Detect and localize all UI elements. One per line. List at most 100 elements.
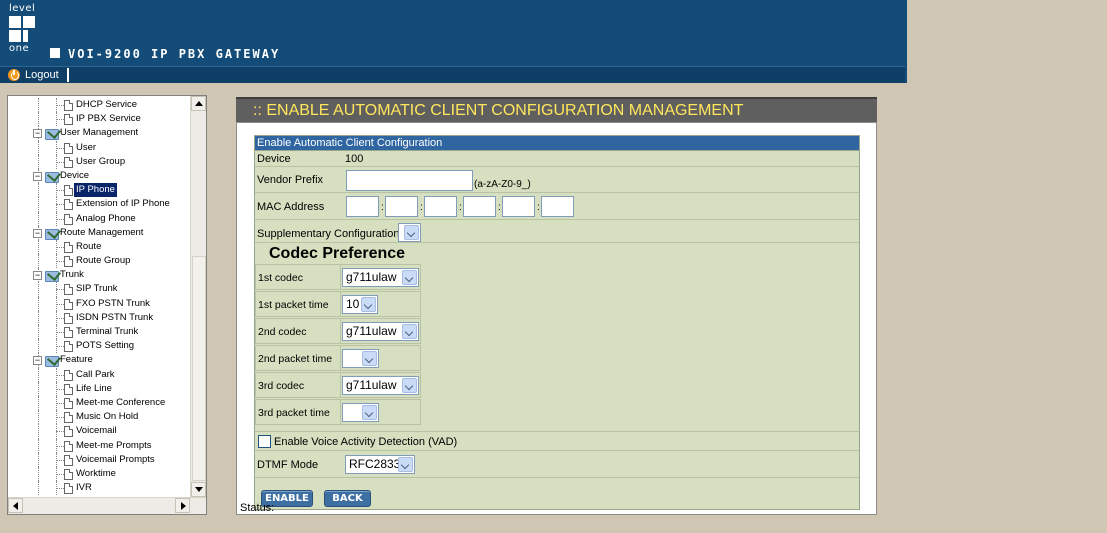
codec-row-label: 2nd packet time bbox=[258, 353, 333, 365]
tree-item[interactable]: Worktime bbox=[8, 466, 192, 482]
supplementary-select[interactable] bbox=[398, 223, 421, 242]
tree-item[interactable]: IP PBX Service bbox=[8, 112, 192, 127]
mac-octet-2-input[interactable] bbox=[385, 196, 418, 217]
tree-item[interactable]: Meet-me Conference bbox=[8, 395, 192, 411]
codec-row-label: 3rd packet time bbox=[258, 407, 330, 419]
tree-connector bbox=[56, 190, 64, 192]
codec-select[interactable]: g711ulaw bbox=[342, 376, 419, 395]
scroll-up-button[interactable] bbox=[191, 96, 206, 111]
tree-item[interactable]: Call Park bbox=[8, 367, 192, 382]
tree-leaf-label: Worktime bbox=[76, 467, 116, 479]
tree-item[interactable]: Analog Phone bbox=[8, 211, 192, 226]
tree-folder-label: Trunk bbox=[60, 269, 84, 281]
vendor-prefix-input[interactable] bbox=[346, 170, 473, 191]
tree-item[interactable]: Meet-me Prompts bbox=[8, 438, 192, 453]
tree-connector bbox=[56, 459, 64, 461]
tree-leaf-label: Route bbox=[76, 240, 102, 252]
tree-connector bbox=[56, 204, 64, 206]
page-icon bbox=[64, 185, 73, 197]
tree-item[interactable]: Route Group bbox=[8, 254, 192, 269]
tree-connector bbox=[56, 332, 64, 333]
mac-separator: : bbox=[420, 202, 423, 213]
vad-label: Enable Voice Activity Detection (VAD) bbox=[274, 436, 458, 448]
logo-bottom-text: one bbox=[9, 43, 30, 54]
collapse-toggle-icon[interactable]: − bbox=[33, 129, 42, 139]
tree-item[interactable]: IP Phone bbox=[8, 183, 192, 198]
tree-item[interactable]: − Feature bbox=[8, 353, 192, 368]
tree-item[interactable]: − Route Management bbox=[8, 225, 192, 240]
scroll-left-button[interactable] bbox=[8, 498, 23, 513]
codec-select[interactable] bbox=[342, 403, 379, 422]
navigation-tree-panel: DHCP Service IP PBX Service − User Manageme… bbox=[7, 95, 207, 515]
tree-connector bbox=[38, 381, 39, 396]
page-icon bbox=[64, 369, 73, 381]
tree-item[interactable]: − User Management bbox=[8, 126, 192, 141]
tree-item[interactable]: User Group bbox=[8, 154, 192, 169]
codec-select[interactable]: g711ulaw bbox=[342, 268, 419, 287]
codec-row-label: 1st packet time bbox=[258, 299, 329, 311]
codec-select-value: g711ulaw bbox=[346, 324, 397, 338]
tree-item[interactable]: − Device bbox=[8, 168, 192, 184]
mac-octet-5-input[interactable] bbox=[502, 196, 535, 217]
tree-leaf-label: Terminal Trunk bbox=[76, 326, 139, 337]
tree-connector bbox=[56, 303, 64, 305]
scroll-down-button[interactable] bbox=[191, 482, 206, 497]
tree-item[interactable]: ISDN PSTN Trunk bbox=[8, 310, 192, 325]
page-title-bar: :: ENABLE AUTOMATIC CLIENT CONFIGURATION… bbox=[236, 97, 877, 122]
folder-check-icon bbox=[44, 170, 60, 183]
mac-octet-3-input[interactable] bbox=[424, 196, 457, 217]
tree-folder-label: Route Management bbox=[60, 226, 144, 238]
collapse-toggle-icon[interactable]: − bbox=[33, 171, 42, 181]
tree-item[interactable]: DHCP Service bbox=[8, 98, 192, 113]
tree-item[interactable]: Music On Hold bbox=[8, 410, 192, 425]
tree-item[interactable]: Voicemail bbox=[8, 424, 192, 439]
scroll-right-button[interactable] bbox=[175, 498, 190, 513]
dtmf-mode-select[interactable]: RFC2833 bbox=[345, 455, 415, 474]
levelone-logo: level one bbox=[9, 4, 37, 70]
tree-item[interactable]: FXO PSTN Trunk bbox=[8, 296, 192, 311]
tree-item[interactable]: SIP Trunk bbox=[8, 282, 192, 297]
logout-link[interactable]: Logout bbox=[8, 68, 69, 82]
vertical-scrollbar[interactable] bbox=[190, 96, 206, 498]
tree-connector bbox=[38, 395, 39, 411]
cell-divider bbox=[340, 346, 341, 370]
tree-connector bbox=[38, 410, 39, 425]
vertical-scroll-thumb[interactable] bbox=[192, 256, 206, 481]
tree-item[interactable]: Route bbox=[8, 239, 192, 255]
page-icon bbox=[64, 468, 73, 480]
page-icon bbox=[64, 397, 73, 409]
tree-item[interactable]: − Trunk bbox=[8, 268, 192, 283]
vad-checkbox[interactable] bbox=[258, 435, 271, 448]
tree-item[interactable]: Terminal Trunk bbox=[8, 325, 192, 340]
tree-connector bbox=[38, 481, 39, 496]
collapse-toggle-icon[interactable]: − bbox=[33, 228, 42, 238]
codec-row: 2nd codec g711ulaw bbox=[255, 318, 421, 344]
tree-connector bbox=[38, 112, 39, 127]
tree-connector bbox=[56, 388, 64, 390]
tree-item[interactable]: IVR bbox=[8, 481, 192, 496]
collapse-toggle-icon[interactable]: − bbox=[33, 271, 42, 281]
mac-separator: : bbox=[537, 202, 540, 213]
mac-octet-4-input[interactable] bbox=[463, 196, 496, 217]
mac-octet-6-input[interactable] bbox=[541, 196, 574, 217]
header-banner: level one VOI-9200 IP PBX GATEWAY Logout bbox=[0, 0, 907, 83]
tree-connector bbox=[38, 98, 39, 113]
tree-item[interactable]: Life Line bbox=[8, 381, 192, 396]
tree-item[interactable]: POTS Setting bbox=[8, 339, 192, 354]
tree-item[interactable]: Voicemail Prompts bbox=[8, 452, 192, 467]
chevron-down-icon bbox=[361, 297, 376, 312]
arrow-down-icon bbox=[195, 487, 203, 492]
tree-item[interactable]: User bbox=[8, 140, 192, 155]
tree-connector bbox=[56, 488, 64, 490]
tree-connector bbox=[38, 452, 39, 467]
back-button[interactable]: BACK bbox=[324, 490, 371, 507]
tree-leaf-label: User bbox=[76, 141, 97, 153]
collapse-toggle-icon[interactable]: − bbox=[33, 356, 42, 366]
tree-item[interactable]: Extension of IP Phone bbox=[8, 197, 192, 212]
mac-octet-1-input[interactable] bbox=[346, 196, 379, 217]
codec-select[interactable] bbox=[342, 349, 379, 368]
tree-folder-label: Feature bbox=[60, 354, 93, 366]
codec-select[interactable]: 10 bbox=[342, 295, 378, 314]
horizontal-scrollbar[interactable] bbox=[8, 497, 206, 514]
codec-select[interactable]: g711ulaw bbox=[342, 322, 419, 341]
